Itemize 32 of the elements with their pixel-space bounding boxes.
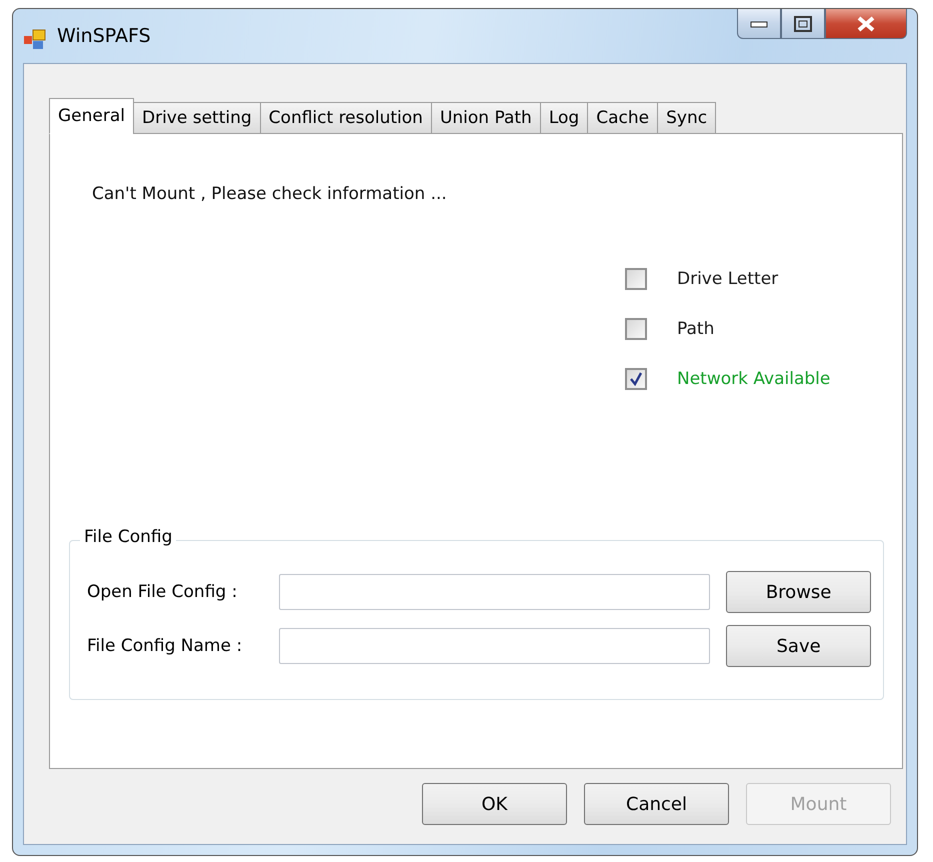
checkbox-label: Path [677, 319, 714, 339]
input-field[interactable] [278, 628, 710, 664]
tab[interactable]: Log [540, 102, 588, 134]
input-field[interactable] [278, 574, 710, 610]
checkbox[interactable] [625, 318, 647, 340]
dialog-button[interactable]: Cancel [584, 783, 729, 825]
tab[interactable]: Drive setting [133, 102, 261, 134]
maximize-icon [794, 16, 812, 32]
tab[interactable]: Sync [657, 102, 716, 134]
minimize-icon [750, 20, 768, 28]
checkbox-label: Drive Letter [677, 269, 778, 289]
checkbox-label: Network Available [677, 369, 830, 389]
minimize-button[interactable] [737, 9, 781, 39]
app-icon [23, 27, 47, 51]
action-button[interactable]: Save [726, 625, 872, 667]
tab[interactable]: Cache [587, 102, 658, 134]
close-icon [856, 16, 876, 32]
checkbox[interactable] [625, 268, 647, 290]
tab[interactable]: Conflict resolution [260, 102, 432, 134]
window-title: WinSPAFS [57, 25, 151, 47]
status-message: Can't Mount , Please check information ... [92, 184, 448, 204]
tab[interactable]: General [49, 98, 134, 134]
checkbox[interactable] [625, 368, 647, 390]
dialog-button[interactable]: OK [422, 783, 567, 825]
tab[interactable]: Union Path [430, 102, 541, 134]
maximize-button[interactable] [781, 9, 825, 39]
field-label: Open File Config : [87, 582, 238, 602]
close-button[interactable] [825, 9, 907, 39]
field-label: File Config Name : [87, 636, 244, 656]
action-button[interactable]: Browse [726, 571, 872, 613]
checkmark-icon [629, 372, 643, 386]
group-title: File Config [80, 527, 176, 547]
